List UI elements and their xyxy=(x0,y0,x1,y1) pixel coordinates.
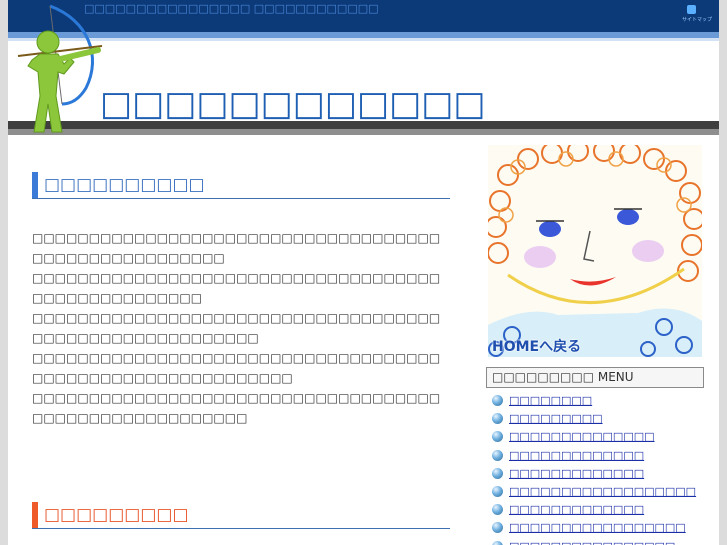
sitemap-label: サイトマップ xyxy=(682,17,713,23)
menu-item[interactable]: □□□□□□□□□□□□□ xyxy=(492,502,712,520)
section-heading: □□□□□□□□□ xyxy=(32,502,450,529)
menu-title: □□□□□□□□□ MENU xyxy=(492,370,634,384)
globe-bullet-icon xyxy=(492,449,503,461)
archer-logo-icon[interactable] xyxy=(10,0,110,135)
globe-bullet-icon xyxy=(492,431,503,443)
section-title: □□□□□□□□□□ xyxy=(44,175,205,195)
top-bar: □□□□□□□□□□□□□□□□ □□□□□□□□□□□□ サイトマップ xyxy=(8,0,719,32)
menu-heading: □□□□□□□□□ MENU xyxy=(486,367,704,388)
menu-link[interactable]: □□□□□□□□□□□□□ xyxy=(509,449,644,462)
section-title: □□□□□□□□□ xyxy=(44,505,189,525)
menu-item[interactable]: □□□□□□□□□□□□□□□□ xyxy=(492,539,712,545)
globe-bullet-icon xyxy=(492,522,503,534)
globe-bullet-icon xyxy=(492,395,503,406)
site-title[interactable]: □□□□□□□□□□□□ xyxy=(100,84,486,124)
section-heading: □□□□□□□□□□ xyxy=(32,172,450,199)
menu-item[interactable]: □□□□□□□□ xyxy=(492,393,712,411)
paragraph: □□□□□□□□□□□□□□□□□□□□□□□□□□□□□□□□□□□□□□□□… xyxy=(32,391,441,425)
globe-bullet-icon xyxy=(492,467,503,479)
page: □□□□□□□□□□□□□□□□ □□□□□□□□□□□□ サイトマップ □□□… xyxy=(8,0,719,545)
sitemap-icon xyxy=(686,5,696,14)
site-tagline: □□□□□□□□□□□□□□□□ □□□□□□□□□□□□ xyxy=(84,2,379,15)
paragraph: □□□□□□□□□□□□□□□□□□□□□□□□□□□□□□□□□□□□□□□□… xyxy=(32,271,441,305)
menu-link[interactable]: □□□□□□□□□ xyxy=(509,412,603,425)
menu-link[interactable]: □□□□□□□□□□□□□□ xyxy=(509,430,655,443)
menu-item[interactable]: □□□□□□□□□□□□□□□□□ xyxy=(492,520,712,538)
menu-link[interactable]: □□□□□□□□□□□□□□□□□□ xyxy=(509,485,696,498)
paragraph: □□□□□□□□□□□□□□□□□□□□□□□□□□□□□□□□□□□□□□□□… xyxy=(32,231,441,265)
menu-item[interactable]: □□□□□□□□□□□□□□ xyxy=(492,429,712,447)
menu-item[interactable]: □□□□□□□□□□□□□ xyxy=(492,448,712,466)
globe-bullet-icon xyxy=(492,485,503,497)
menu-item[interactable]: □□□□□□□□□ xyxy=(492,411,712,429)
section-marker xyxy=(32,172,38,198)
menu-link[interactable]: □□□□□□□□□□□□□ xyxy=(509,467,644,480)
menu-item[interactable]: □□□□□□□□□□□□□ xyxy=(492,466,712,484)
paragraph: □□□□□□□□□□□□□□□□□□□□□□□□□□□□□□□□□□□□□□□□… xyxy=(32,311,441,345)
article-body: □□□□□□□□□□□□□□□□□□□□□□□□□□□□□□□□□□□□□□□□… xyxy=(32,228,450,428)
crayon-portrait-image[interactable] xyxy=(488,145,702,357)
menu-link[interactable]: □□□□□□□□□□□□□□□□□ xyxy=(509,521,686,534)
header-divider-grey xyxy=(8,129,719,135)
menu-link[interactable]: □□□□□□□□□□□□□ xyxy=(509,503,644,516)
home-link[interactable]: HOMEへ戻る xyxy=(492,336,581,356)
globe-bullet-icon xyxy=(492,413,503,425)
section-marker xyxy=(32,502,38,528)
sidebar-menu: □□□□□□□□ □□□□□□□□□ □□□□□□□□□□□□□□ □□□□□□… xyxy=(492,393,712,545)
sitemap-link[interactable]: サイトマップ xyxy=(682,5,713,23)
globe-bullet-icon xyxy=(492,540,503,545)
globe-bullet-icon xyxy=(492,504,503,516)
paragraph: □□□□□□□□□□□□□□□□□□□□□□□□□□□□□□□□□□□□□□□□… xyxy=(32,351,441,385)
menu-link[interactable]: □□□□□□□□ xyxy=(509,394,592,407)
menu-item[interactable]: □□□□□□□□□□□□□□□□□□ xyxy=(492,484,712,502)
menu-link[interactable]: □□□□□□□□□□□□□□□□ xyxy=(509,540,675,545)
